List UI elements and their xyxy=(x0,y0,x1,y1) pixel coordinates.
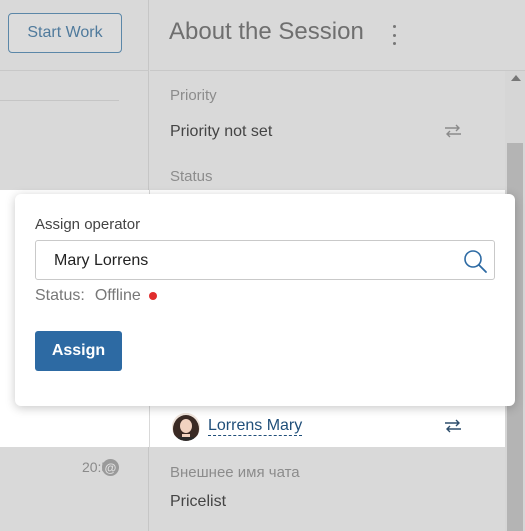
swap-icon[interactable] xyxy=(444,124,462,138)
start-work-button[interactable]: Start Work xyxy=(8,13,122,53)
at-icon: @ xyxy=(102,459,119,476)
kebab-menu-icon[interactable] xyxy=(390,25,398,45)
scroll-up-icon[interactable] xyxy=(511,75,521,81)
priority-label: Priority xyxy=(170,87,217,104)
assign-operator-popover: Assign operator Mary Lorrens Status: Off… xyxy=(15,194,515,406)
swap-icon[interactable] xyxy=(444,419,462,433)
avatar xyxy=(172,413,200,441)
status-value: Offline xyxy=(94,287,141,304)
assign-button[interactable]: Assign xyxy=(35,331,122,371)
page-title: About the Session xyxy=(169,18,364,45)
left-toolbar: Start Work xyxy=(0,0,149,71)
left-divider xyxy=(0,100,119,101)
chat-name-label: Внешнее имя чата xyxy=(170,464,300,481)
session-header: About the Session xyxy=(150,0,525,71)
operator-status-row: Status: Offline xyxy=(35,287,157,305)
priority-value: Priority not set xyxy=(170,123,273,140)
operator-search-input[interactable]: Mary Lorrens xyxy=(35,240,495,280)
status-label: Status xyxy=(170,168,213,185)
assign-operator-label: Assign operator xyxy=(35,216,141,233)
status-key: Status: xyxy=(35,287,85,304)
search-icon[interactable] xyxy=(462,248,488,274)
operator-link[interactable]: Lorrens Mary xyxy=(208,417,303,436)
chat-name-value: Pricelist xyxy=(170,493,227,510)
operator-search-value[interactable]: Mary Lorrens xyxy=(54,252,148,270)
offline-status-icon xyxy=(148,292,157,300)
